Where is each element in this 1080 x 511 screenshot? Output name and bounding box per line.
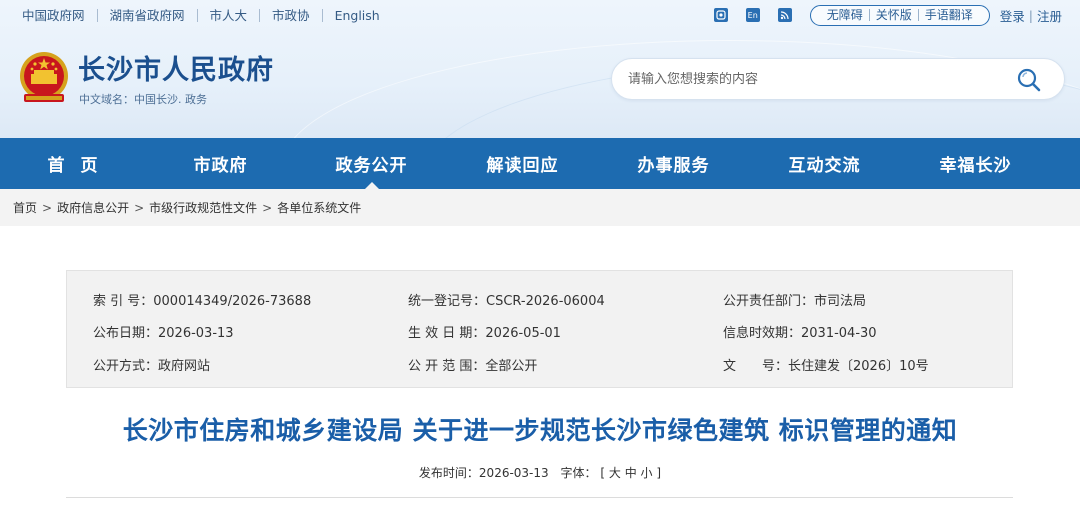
- sign-language-button[interactable]: 手语翻译: [919, 9, 979, 21]
- font-size-label: 字体：: [560, 466, 597, 480]
- nav-item-services[interactable]: 办事服务: [598, 138, 749, 189]
- top-right-tools: En 无障碍 关怀版 手语翻译 登录 | 注册: [713, 4, 1062, 26]
- publish-time-label: 发布时间：: [418, 466, 479, 480]
- info-index-number: 索 引 号：000014349/2026-73688: [93, 294, 312, 309]
- search-icon[interactable]: [1016, 67, 1042, 93]
- nav-item-happy-changsha[interactable]: 幸福长沙: [900, 138, 1051, 189]
- breadcrumb: 首页 > 政府信息公开 > 市级行政规范性文件 > 各单位系统文件: [0, 189, 1080, 226]
- article-meta: 发布时间：2026-03-13 字体： [ 大 中 小 ]: [0, 464, 1080, 481]
- nav-item-interaction[interactable]: 互动交流: [749, 138, 900, 189]
- national-emblem-icon: [16, 50, 72, 108]
- info-expiry-date: 信息时效期：2031-04-30: [723, 326, 877, 341]
- font-size-large-button[interactable]: 大: [609, 466, 621, 480]
- info-responsible-department: 公开责任部门：市司法局: [723, 294, 867, 309]
- top-link-hunan[interactable]: 湖南省政府网: [98, 8, 198, 22]
- top-link-english[interactable]: English: [323, 9, 392, 22]
- site-domain: 中文域名：中国长沙. 政务: [79, 93, 207, 106]
- rss-icon[interactable]: [777, 8, 792, 22]
- auth-separator: |: [1028, 7, 1033, 23]
- breadcrumb-home[interactable]: 首页: [13, 199, 37, 216]
- content-divider: [66, 497, 1013, 498]
- breadcrumb-normative-documents[interactable]: 市级行政规范性文件: [149, 199, 257, 216]
- info-publish-date: 公布日期：2026-03-13: [93, 326, 234, 341]
- breadcrumb-separator: >: [134, 200, 145, 215]
- font-size-bracket: ]: [656, 466, 662, 480]
- top-link-cppcc[interactable]: 市政协: [260, 8, 323, 22]
- info-disclosure-method: 公开方式：政府网站: [93, 359, 211, 374]
- elderly-mode-button[interactable]: 关怀版: [870, 9, 919, 21]
- info-document-number: 文 号：长住建发〔2026〕10号: [723, 359, 929, 374]
- nav-item-city-government[interactable]: 市政府: [145, 138, 296, 189]
- font-size-medium-button[interactable]: 中: [625, 466, 637, 480]
- info-effective-date: 生 效 日 期：2026-05-01: [408, 326, 561, 341]
- en-icon[interactable]: En: [745, 8, 760, 22]
- breadcrumb-unit-documents[interactable]: 各单位系统文件: [277, 199, 361, 216]
- document-info-box: 索 引 号：000014349/2026-73688 统一登记号：CSCR-20…: [66, 270, 1013, 388]
- site-title[interactable]: 长沙市人民政府: [78, 54, 274, 88]
- nav-item-home[interactable]: 首页: [0, 138, 145, 189]
- nav-item-interpretation[interactable]: 解读回应: [447, 138, 598, 189]
- breadcrumb-separator: >: [42, 200, 53, 215]
- accessibility-pill: 无障碍 关怀版 手语翻译: [809, 4, 990, 26]
- top-link-gov[interactable]: 中国政府网: [22, 8, 98, 22]
- font-size-small-button[interactable]: 小: [641, 466, 653, 480]
- top-link-npc[interactable]: 市人大: [198, 8, 261, 22]
- search-input[interactable]: [628, 71, 998, 87]
- publish-time-value: 2026-03-13: [478, 466, 549, 480]
- top-links-bar: 中国政府网 湖南省政府网 市人大 市政协 English: [22, 6, 392, 24]
- login-link[interactable]: 登录: [1000, 6, 1025, 25]
- info-registration-number: 统一登记号：CSCR-2026-06004: [408, 294, 605, 309]
- auth-links: 登录 | 注册: [1000, 6, 1062, 25]
- search-box: [611, 58, 1065, 100]
- breadcrumb-info-disclosure[interactable]: 政府信息公开: [57, 199, 129, 216]
- weibo-icon[interactable]: [713, 8, 728, 22]
- breadcrumb-separator: >: [262, 200, 273, 215]
- article-title: 长沙市住房和城乡建设局 关于进一步规范长沙市绿色建筑 标识管理的通知: [122, 416, 958, 445]
- accessibility-button[interactable]: 无障碍: [821, 9, 870, 21]
- info-disclosure-scope: 公 开 范 围：全部公开: [408, 359, 538, 374]
- nav-item-government-affairs[interactable]: 政务公开: [296, 138, 447, 190]
- register-link[interactable]: 注册: [1037, 6, 1062, 25]
- main-nav: 首页 市政府 政务公开 解读回应 办事服务 互动交流 幸福长沙: [0, 138, 1080, 190]
- font-size-bracket: [: [600, 466, 606, 480]
